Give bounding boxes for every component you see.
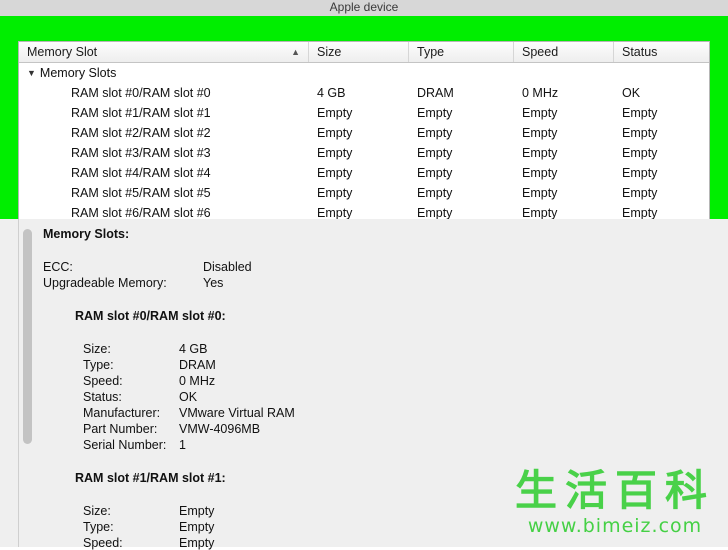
detail-field-value: OK — [179, 390, 198, 404]
detail-field-value: 1 — [179, 438, 186, 452]
chevron-up-icon: ▲ — [291, 47, 300, 57]
cell-size: 4 GB — [317, 86, 346, 100]
detail-field-value: DRAM — [179, 358, 216, 372]
detail-field-key: Status: — [83, 390, 122, 404]
cell-status: Empty — [622, 146, 658, 160]
cell-size: Empty — [317, 186, 353, 200]
detail-slot0-field: Speed: 0 MHz — [83, 374, 215, 388]
cell-type: DRAM — [417, 86, 454, 100]
cell-size: Empty — [317, 146, 353, 160]
column-header-memory-slot-label: Memory Slot — [27, 45, 98, 59]
detail-title: Memory Slots: — [43, 227, 130, 241]
cell-type: Empty — [417, 106, 453, 120]
detail-slot1-field: Size: Empty — [83, 504, 214, 518]
table-row[interactable]: RAM slot #2/RAM slot #2 Empty Empty Empt… — [19, 123, 709, 143]
cell-speed: Empty — [522, 206, 558, 220]
cell-memory-slot: RAM slot #5/RAM slot #5 — [71, 186, 211, 200]
cell-memory-slot: RAM slot #6/RAM slot #6 — [71, 206, 211, 220]
detail-field-key: Part Number: — [83, 422, 158, 436]
cell-memory-slot: RAM slot #2/RAM slot #2 — [71, 126, 211, 140]
cell-size: Empty — [317, 106, 353, 120]
detail-ecc: ECC: Disabled — [43, 260, 252, 274]
detail-scrollbar-thumb[interactable] — [23, 229, 32, 444]
cell-size: Empty — [317, 166, 353, 180]
detail-field-key: Manufacturer: — [83, 406, 161, 420]
detail-field-value: Empty — [179, 504, 215, 518]
detail-field-key: Size: — [83, 504, 111, 518]
cell-memory-slot: RAM slot #1/RAM slot #1 — [71, 106, 211, 120]
highlight-frame: Memory Slot ▲ Size Type Speed Status ▼ M… — [0, 16, 728, 228]
cell-status: Empty — [622, 206, 658, 220]
cell-speed: 0 MHz — [522, 86, 559, 100]
detail-field-value: VMW-4096MB — [179, 422, 261, 436]
detail-field-key: Serial Number: — [83, 438, 167, 452]
cell-memory-slot: RAM slot #3/RAM slot #3 — [71, 146, 211, 160]
cell-type: Empty — [417, 126, 453, 140]
cell-speed: Empty — [522, 166, 558, 180]
detail-ecc-value: Disabled — [203, 260, 252, 274]
table-row[interactable]: RAM slot #5/RAM slot #5 Empty Empty Empt… — [19, 183, 709, 203]
column-header-speed[interactable]: Speed — [514, 42, 614, 62]
detail-upgradeable: Upgradeable Memory: Yes — [43, 276, 223, 290]
cell-type: Empty — [417, 146, 453, 160]
table-row[interactable]: RAM slot #1/RAM slot #1 Empty Empty Empt… — [19, 103, 709, 123]
table-row[interactable]: RAM slot #3/RAM slot #3 Empty Empty Empt… — [19, 143, 709, 163]
detail-slot0-field: Status: OK — [83, 390, 197, 404]
detail-field-key: Type: — [83, 358, 114, 372]
detail-slot1-field: Speed: Empty — [83, 536, 214, 550]
table-row[interactable]: RAM slot #0/RAM slot #0 4 GB DRAM 0 MHz … — [19, 83, 709, 103]
detail-upgradeable-value: Yes — [203, 276, 224, 290]
cell-size: Empty — [317, 206, 353, 220]
detail-field-value: VMware Virtual RAM — [179, 406, 295, 420]
detail-field-key: Speed: — [83, 374, 123, 388]
cell-speed: Empty — [522, 106, 558, 120]
detail-slot0-field: Manufacturer: VMware Virtual RAM — [83, 406, 295, 420]
detail-slot0-field: Serial Number: 1 — [83, 438, 186, 452]
column-header-size[interactable]: Size — [309, 42, 409, 62]
detail-field-value: 4 GB — [179, 342, 208, 356]
memory-slot-table[interactable]: Memory Slot ▲ Size Type Speed Status ▼ M… — [18, 41, 710, 228]
window-title: Apple device — [329, 0, 399, 14]
detail-field-value: 0 MHz — [179, 374, 216, 388]
table-group-label: Memory Slots — [39, 66, 117, 80]
column-header-memory-slot[interactable]: Memory Slot ▲ — [19, 42, 309, 62]
triangle-down-icon[interactable]: ▼ — [27, 68, 36, 78]
window-title-bar: Apple device — [0, 0, 728, 16]
cell-speed: Empty — [522, 186, 558, 200]
cell-type: Empty — [417, 186, 453, 200]
detail-ecc-label: ECC: — [43, 260, 73, 274]
detail-upgradeable-label: Upgradeable Memory: — [43, 276, 167, 290]
table-header-row: Memory Slot ▲ Size Type Speed Status — [19, 42, 709, 63]
detail-slot0-heading: RAM slot #0/RAM slot #0: — [75, 309, 226, 323]
cell-status: Empty — [622, 166, 658, 180]
detail-slot0-field: Size: 4 GB — [83, 342, 208, 356]
detail-slot0-field: Type: DRAM — [83, 358, 216, 372]
memory-detail-content: Memory Slots: ECC: Disabled Upgradeable M… — [18, 219, 710, 550]
memory-detail-pane: Memory Slots: ECC: Disabled Upgradeable M… — [0, 219, 728, 550]
detail-slot1-heading: RAM slot #1/RAM slot #1: — [75, 471, 226, 485]
cell-status: Empty — [622, 106, 658, 120]
detail-slot1-field: Type: Empty — [83, 520, 214, 534]
cell-size: Empty — [317, 126, 353, 140]
detail-field-key: Speed: — [83, 536, 123, 550]
detail-field-key: Size: — [83, 342, 111, 356]
cell-status: Empty — [622, 126, 658, 140]
cell-speed: Empty — [522, 146, 558, 160]
detail-field-key: Type: — [83, 520, 114, 534]
detail-field-value: Empty — [179, 536, 215, 550]
table-group-row[interactable]: ▼ Memory Slots — [19, 63, 709, 83]
detail-field-value: Empty — [179, 520, 215, 534]
cell-memory-slot: RAM slot #4/RAM slot #4 — [71, 166, 211, 180]
table-row[interactable]: RAM slot #4/RAM slot #4 Empty Empty Empt… — [19, 163, 709, 183]
column-header-type[interactable]: Type — [409, 42, 514, 62]
column-header-status[interactable]: Status — [614, 42, 709, 62]
cell-type: Empty — [417, 206, 453, 220]
cell-status: Empty — [622, 186, 658, 200]
cell-status: OK — [622, 86, 641, 100]
detail-slot0-field: Part Number: VMW-4096MB — [83, 422, 260, 436]
cell-speed: Empty — [522, 126, 558, 140]
cell-memory-slot: RAM slot #0/RAM slot #0 — [71, 86, 211, 100]
cell-type: Empty — [417, 166, 453, 180]
